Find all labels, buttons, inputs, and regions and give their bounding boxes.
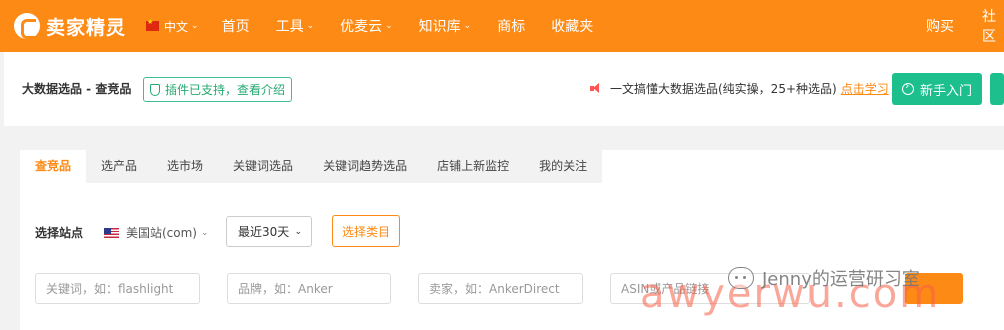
shield-check-icon	[150, 83, 160, 96]
arrow-circle-icon	[902, 79, 914, 95]
promo-banner: 一文搞懂大数据选品(纯实操，25+种选品) 点击学习	[590, 80, 889, 97]
learn-link[interactable]: 点击学习	[841, 80, 889, 97]
chevron-down-icon: ⌄	[201, 227, 209, 238]
language-label: 中文	[164, 19, 189, 34]
brand-input[interactable]	[227, 273, 391, 304]
nav-youmaiyun-label: 优麦云	[340, 19, 383, 35]
tab-products[interactable]: 选产品	[86, 150, 152, 183]
nav-tools[interactable]: 工具 ⌄	[276, 16, 315, 36]
speaker-icon	[590, 83, 602, 94]
china-flag-icon	[146, 18, 160, 31]
tab-keyword[interactable]: 关键词选品	[218, 150, 308, 183]
top-navbar: 卖家精灵 中文 ⌄ 首页 工具⌄ 优麦云⌄ 知识库⌄ 商标 收藏夹 购买 社区	[0, 0, 1004, 52]
date-range-value: 最近30天	[238, 225, 290, 239]
main-nav: 首页 工具 ⌄ 优麦云 ⌄ 知识库 ⌄ 商标 收藏夹	[222, 16, 594, 36]
site-value: 美国站(com)	[126, 226, 197, 240]
nav-youmaiyun[interactable]: 优麦云 ⌄	[340, 16, 393, 36]
logo-text: 卖家精灵	[46, 16, 127, 39]
page-title: 大数据选品 - 查竞品	[22, 82, 132, 96]
nav-knowledge-label: 知识库	[418, 19, 461, 35]
asin-input[interactable]	[610, 273, 810, 304]
nav-buy[interactable]: 购买	[926, 0, 954, 52]
site-label: 选择站点	[35, 226, 84, 240]
keyword-input[interactable]	[35, 273, 200, 304]
tab-bar: 查竞品 选产品 选市场 关键词选品 关键词趋势选品 店铺上新监控 我的关注	[20, 150, 603, 183]
logo[interactable]: 卖家精灵	[14, 13, 126, 40]
select-category-button[interactable]: 选择类目	[332, 215, 400, 247]
chevron-down-icon: ⌄	[294, 226, 302, 237]
search-button[interactable]	[905, 273, 963, 304]
site-selector[interactable]: 美国站(com) ⌄	[104, 224, 209, 241]
tab-keyword-trend[interactable]: 关键词趋势选品	[308, 150, 422, 183]
plugin-badge-label: 插件已支持，查看介绍	[165, 83, 286, 97]
logo-icon	[14, 13, 40, 39]
tab-store-monitor[interactable]: 店铺上新监控	[422, 150, 524, 183]
date-range-select[interactable]: 最近30天 ⌄	[226, 216, 312, 247]
language-selector[interactable]: 中文 ⌄	[159, 18, 199, 35]
plugin-support-badge[interactable]: 插件已支持，查看介绍	[143, 77, 293, 102]
nav-trademark[interactable]: 商标	[497, 16, 525, 36]
chevron-down-icon: ⌄	[385, 21, 393, 31]
tab-competitor[interactable]: 查竞品	[20, 150, 87, 183]
beginner-guide-button[interactable]: 新手入门	[892, 73, 983, 105]
beginner-guide-label: 新手入门	[920, 83, 973, 99]
chevron-down-icon: ⌄	[191, 21, 199, 31]
tab-market[interactable]: 选市场	[152, 150, 218, 183]
tab-my-follows[interactable]: 我的关注	[524, 150, 602, 183]
seller-input[interactable]	[418, 273, 583, 304]
nav-knowledge[interactable]: 知识库 ⌄	[419, 16, 472, 36]
promo-text: 一文搞懂大数据选品(纯实操，25+种选品)	[610, 82, 837, 96]
chevron-down-icon: ⌄	[463, 21, 472, 31]
page-header: 大数据选品 - 查竞品 插件已支持，查看介绍 一文搞懂大数据选品(纯实操，25+…	[4, 52, 1004, 126]
nav-home[interactable]: 首页	[222, 16, 250, 36]
nav-favorites[interactable]: 收藏夹	[551, 16, 593, 36]
us-flag-icon	[104, 227, 119, 238]
nav-community[interactable]: 社区	[982, 0, 1004, 52]
nav-tools-label: 工具	[275, 19, 304, 35]
secondary-green-button[interactable]	[990, 73, 1004, 105]
chevron-down-icon: ⌄	[306, 21, 315, 31]
